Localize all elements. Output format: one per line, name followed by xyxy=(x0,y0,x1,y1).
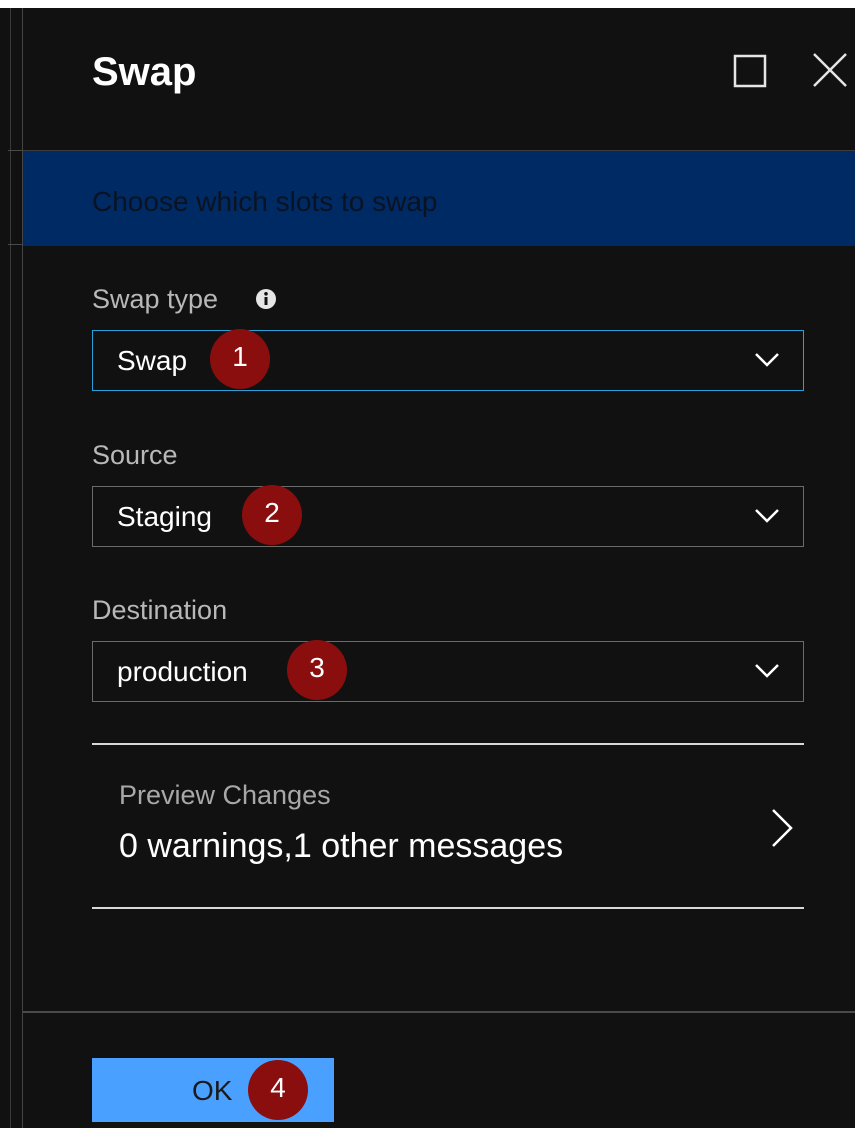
chevron-down-icon xyxy=(755,664,779,678)
swap-type-value: Swap xyxy=(117,345,188,376)
close-icon[interactable] xyxy=(810,50,850,90)
swap-type-label: Swap type xyxy=(92,284,219,314)
background-blade-edge xyxy=(0,8,22,1128)
preview-top-divider xyxy=(92,743,804,745)
info-icon[interactable] xyxy=(255,288,277,310)
source-dropdown[interactable]: Staging xyxy=(92,486,804,547)
preview-bottom-divider xyxy=(92,907,804,909)
chevron-down-icon xyxy=(755,509,779,523)
screenshot-frame: Swap Choose which slots to swap Swap typ… xyxy=(0,0,855,1128)
destination-value: production xyxy=(117,656,248,687)
preview-changes-label: Preview Changes xyxy=(119,780,331,810)
destination-label: Destination xyxy=(92,595,228,625)
preview-changes-summary: 0 warnings,1 other messages xyxy=(119,827,564,865)
edge-tick xyxy=(8,244,22,245)
swap-type-dropdown[interactable]: Swap xyxy=(92,330,804,391)
edge-tick xyxy=(8,150,22,151)
source-value: Staging xyxy=(117,501,212,532)
footer-divider xyxy=(23,1011,855,1013)
banner-text: Choose which slots to swap xyxy=(92,186,438,217)
edge-divider xyxy=(10,8,11,1128)
destination-dropdown[interactable]: production xyxy=(92,641,804,702)
blade-title: Swap xyxy=(92,50,197,94)
step-badge-1: 1 xyxy=(210,329,270,389)
chevron-down-icon xyxy=(755,353,779,367)
step-badge-3: 3 xyxy=(287,640,347,700)
preview-changes-row[interactable]: Preview Changes 0 warnings,1 other messa… xyxy=(92,747,804,907)
step-badge-4: 4 xyxy=(248,1060,308,1120)
step-badge-2: 2 xyxy=(242,485,302,545)
chevron-right-icon xyxy=(772,809,793,847)
swap-blade: Swap Choose which slots to swap Swap typ… xyxy=(22,8,855,1128)
source-label: Source xyxy=(92,440,178,470)
maximize-icon[interactable] xyxy=(733,54,767,88)
ok-button-label: OK xyxy=(192,1075,233,1106)
